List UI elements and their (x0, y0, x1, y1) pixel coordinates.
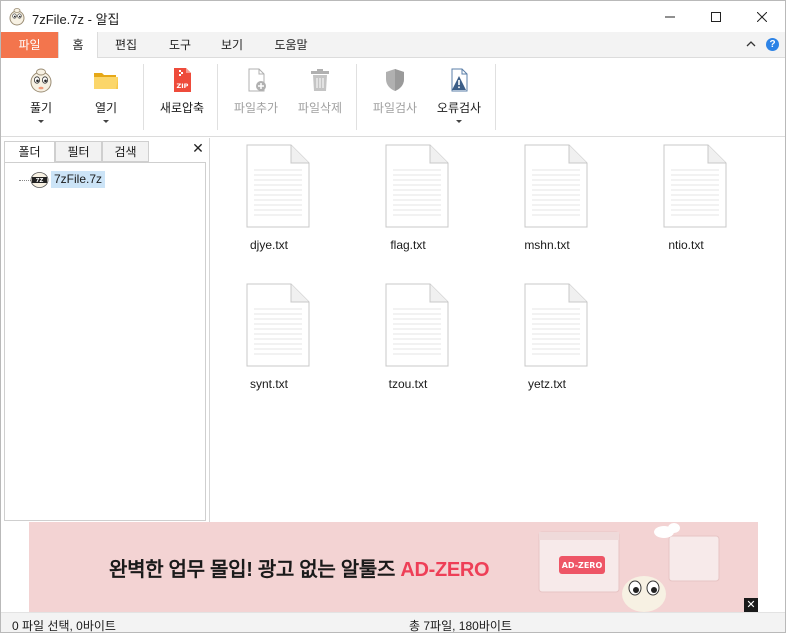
minimize-button[interactable] (647, 1, 693, 32)
ribbon-separator (495, 64, 496, 130)
status-bar: 0 파일 선택, 0바이트 총 7파일, 180바이트 (1, 612, 785, 633)
folder-open-icon (94, 73, 118, 89)
ad-badge: AD-ZERO (562, 561, 603, 570)
title-bar[interactable]: 7zFile.7z - 알집 (1, 1, 785, 32)
delete-file-label: 파일삭제 (297, 101, 343, 115)
tab-home[interactable]: 홈 (58, 32, 98, 59)
file-name: ntio.txt (668, 238, 704, 252)
close-icon (757, 11, 767, 22)
panel-close-icon[interactable]: ✕ (191, 141, 205, 155)
archive-7z-icon: 7Z (30, 172, 49, 188)
left-panel: 폴더 필터 검색 ✕ 7Z 7zFile.7z (1, 138, 210, 522)
maximize-button[interactable] (693, 1, 739, 32)
file-name: synt.txt (249, 377, 288, 391)
ribbon-separator (143, 64, 144, 130)
unzip-button[interactable]: 풀기 (15, 58, 67, 137)
text-file-icon (246, 283, 310, 367)
error-check-button[interactable]: 오류검사 (430, 58, 488, 137)
alzip-mascot-icon (9, 8, 25, 26)
svg-text:7Z: 7Z (36, 178, 44, 184)
app-window: 7zFile.7z - 알집 파일 홈 편집 도구 보기 도움말 ? 풀기 열기… (0, 0, 786, 633)
file-item[interactable]: mshn.txt (497, 138, 597, 263)
tab-edit[interactable]: 편집 (105, 32, 147, 58)
ribbon-separator (356, 64, 357, 130)
tab-file[interactable]: 파일 (1, 32, 58, 58)
error-check-label: 오류검사 (436, 101, 482, 115)
file-name: tzou.txt (388, 377, 428, 391)
unzip-dropdown-icon[interactable] (38, 120, 44, 123)
file-list: djye.txt flag.txt mshn.txt ntio.txt synt… (211, 138, 785, 522)
maximize-icon (711, 11, 721, 22)
total-status: 총 7파일, 180바이트 (409, 619, 512, 633)
scan-file-label: 파일검사 (372, 101, 418, 115)
zip-file-icon: ZIP (174, 68, 191, 92)
ad-headline: 완벽한 업무 몰입! 광고 없는 알툴즈 AD-ZERO (109, 553, 490, 582)
text-file-icon (524, 144, 588, 228)
folder-tree: 7Z 7zFile.7z (4, 162, 206, 521)
file-name: flag.txt (390, 238, 426, 252)
tree-item-root[interactable]: 7zFile.7z (51, 171, 106, 188)
file-item[interactable]: flag.txt (358, 138, 458, 263)
text-file-icon (385, 283, 449, 367)
text-file-icon (524, 283, 588, 367)
close-button[interactable] (739, 1, 785, 32)
ribbon-toolbar: 풀기 열기 ZIP 새로압축 파일추가 파일삭제 파일검사 오류검사 (1, 58, 785, 137)
file-item[interactable]: ntio.txt (636, 138, 736, 263)
delete-file-button[interactable]: 파일삭제 (291, 58, 349, 137)
ad-text: 완벽한 업무 몰입! 광고 없는 알툴즈 (109, 559, 401, 581)
collapse-ribbon-icon[interactable] (745, 38, 757, 50)
tab-folder[interactable]: 폴더 (4, 141, 55, 163)
tab-tools[interactable]: 도구 (159, 32, 201, 58)
file-name: mshn.txt (524, 238, 570, 252)
ad-close-button[interactable]: ✕ (744, 598, 758, 612)
add-file-icon (248, 68, 266, 92)
warning-file-icon (451, 68, 468, 92)
ad-banner[interactable]: 완벽한 업무 몰입! 광고 없는 알툴즈 AD-ZERO AD-ZERO (29, 522, 758, 612)
file-item[interactable]: synt.txt (219, 277, 319, 402)
tab-help[interactable]: 도움말 (265, 32, 317, 58)
open-label: 열기 (94, 101, 118, 115)
ad-illustration: AD-ZERO (538, 523, 720, 612)
ribbon-tab-bar: 파일 홈 편집 도구 보기 도움말 ? (1, 32, 785, 59)
unzip-label: 풀기 (29, 101, 53, 115)
open-button[interactable]: 열기 (80, 58, 132, 137)
file-item[interactable]: djye.txt (219, 138, 319, 263)
text-file-icon (385, 144, 449, 228)
file-item[interactable]: yetz.txt (497, 277, 597, 402)
ribbon-separator (217, 64, 218, 130)
mascot-unzip-icon (30, 68, 52, 93)
selection-status: 0 파일 선택, 0바이트 (12, 619, 116, 633)
help-icon[interactable]: ? (766, 38, 779, 51)
text-file-icon (246, 144, 310, 228)
add-file-button[interactable]: 파일추가 (227, 58, 285, 137)
ad-brand: AD-ZERO (400, 559, 490, 581)
minimize-icon (665, 16, 675, 17)
new-archive-label: 새로압축 (159, 101, 205, 115)
new-archive-button[interactable]: ZIP 새로압축 (152, 58, 212, 137)
error-check-dropdown-icon[interactable] (456, 120, 462, 123)
tab-search[interactable]: 검색 (102, 141, 149, 162)
tab-view[interactable]: 보기 (211, 32, 253, 58)
window-title: 7zFile.7z - 알집 (32, 12, 120, 27)
file-name: yetz.txt (527, 377, 566, 391)
shield-icon (386, 69, 404, 91)
svg-text:ZIP: ZIP (177, 82, 189, 90)
trash-icon (311, 69, 329, 91)
scan-file-button[interactable]: 파일검사 (366, 58, 424, 137)
text-file-icon (663, 144, 727, 228)
add-file-label: 파일추가 (233, 101, 279, 115)
open-dropdown-icon[interactable] (103, 120, 109, 123)
tab-filter[interactable]: 필터 (55, 141, 102, 162)
file-item[interactable]: tzou.txt (358, 277, 458, 402)
file-name: djye.txt (249, 238, 288, 252)
